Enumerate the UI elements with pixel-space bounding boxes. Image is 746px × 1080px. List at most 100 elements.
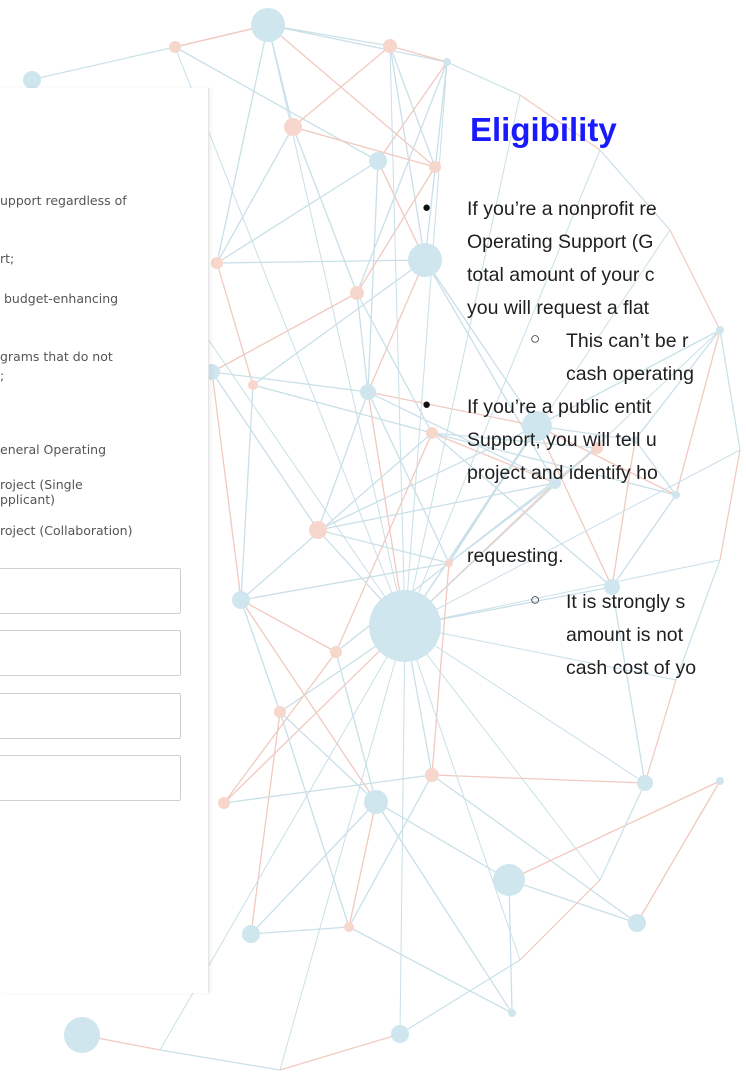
network-edge <box>389 45 448 63</box>
network-edge <box>159 1049 281 1071</box>
network-edge <box>317 529 450 564</box>
network-node <box>344 922 354 932</box>
network-edge <box>377 61 448 162</box>
network-edge <box>223 774 433 804</box>
network-edge <box>267 24 448 63</box>
network-edge <box>375 801 513 1014</box>
network-node <box>364 790 388 814</box>
sub-bullet-2-line: amount is not <box>566 624 684 646</box>
network-edge <box>508 879 638 924</box>
form-text-line: budget-enhancing <box>0 291 119 306</box>
bullet-2-line: project and identify ho <box>467 462 658 484</box>
network-node <box>369 152 387 170</box>
form-input-field[interactable] <box>0 755 181 801</box>
network-edge <box>599 782 646 881</box>
network-edge <box>317 482 556 531</box>
bullet-icon: ● <box>422 396 432 413</box>
bullet-2-line: Support, you will tell u <box>467 429 657 451</box>
network-edge <box>250 711 281 935</box>
form-panel: upport regardless of rt; budget-enhancin… <box>0 88 209 993</box>
network-edge <box>252 384 433 434</box>
network-edge <box>611 494 677 588</box>
network-node <box>408 243 442 277</box>
network-edge <box>431 774 646 784</box>
form-option-project-single-cont: pplicant) <box>0 492 56 507</box>
network-edge <box>348 774 433 928</box>
network-edge <box>223 625 406 804</box>
network-edge <box>669 229 721 331</box>
network-node <box>391 1025 409 1043</box>
network-edge <box>240 599 377 803</box>
network-node <box>369 590 441 662</box>
network-edge <box>389 45 426 261</box>
network-node <box>242 925 260 943</box>
network-node <box>350 286 364 300</box>
network-edge <box>675 329 721 496</box>
bullet-1-line: you will request a flat <box>467 297 650 319</box>
network-edge <box>292 126 358 294</box>
form-input-field[interactable] <box>0 568 181 614</box>
network-edge <box>250 801 377 935</box>
network-node <box>637 775 653 791</box>
form-option-general-operating[interactable]: eneral Operating <box>0 442 208 457</box>
network-node <box>672 491 680 499</box>
network-edge <box>267 24 406 627</box>
network-edge <box>216 160 379 264</box>
network-edge <box>431 562 450 776</box>
network-node <box>443 58 451 66</box>
network-node <box>716 777 724 785</box>
network-edge <box>267 24 391 47</box>
network-edge <box>240 599 281 713</box>
sub-bullet-1-line: cash operating <box>566 363 694 385</box>
form-option-project-collaboration[interactable]: roject (Collaboration) <box>0 523 208 538</box>
bullet-2-line: requesting. <box>467 545 564 567</box>
network-edge <box>211 371 369 393</box>
form-text-line: grams that do not <box>0 349 113 364</box>
network-edge <box>446 61 521 96</box>
sub-bullet-icon: ○ <box>530 590 541 609</box>
sub-bullet-1-line: This can’t be r <box>566 330 689 352</box>
network-edge <box>431 774 638 924</box>
network-node <box>360 384 376 400</box>
network-edge <box>644 679 677 784</box>
network-edge <box>211 371 319 531</box>
network-edge <box>29 46 176 81</box>
form-text-line: rt; <box>0 251 15 266</box>
network-edge <box>719 329 741 451</box>
network-edge <box>240 599 337 653</box>
network-node <box>508 1009 516 1017</box>
network-node <box>23 71 41 89</box>
network-edge <box>216 24 269 264</box>
form-option-project-single[interactable]: roject (Single <box>0 477 208 492</box>
network-node <box>628 914 646 932</box>
network-edge <box>399 625 406 1035</box>
sub-bullet-2-line: It is strongly s <box>566 591 686 613</box>
network-node <box>429 161 441 173</box>
network-edge <box>519 879 601 961</box>
network-node <box>274 706 286 718</box>
network-node <box>64 1017 100 1053</box>
bullet-1-line: If you’re a nonprofit re <box>467 198 657 220</box>
sub-bullet-icon: ○ <box>530 329 541 348</box>
network-edge <box>508 879 513 1014</box>
form-text-line: ; <box>0 368 5 383</box>
slide-title: Eligibility <box>470 111 617 148</box>
network-node <box>445 559 453 567</box>
network-node <box>493 864 525 896</box>
form-input-field[interactable] <box>0 630 181 676</box>
network-node <box>383 39 397 53</box>
network-edge <box>356 292 369 393</box>
network-node <box>309 521 327 539</box>
network-edge <box>611 586 646 784</box>
network-node <box>218 797 230 809</box>
network-node <box>425 768 439 782</box>
network-edge <box>367 160 379 393</box>
network-edge <box>719 449 741 561</box>
network-node <box>716 326 724 334</box>
network-node <box>251 8 285 42</box>
form-input-field[interactable] <box>0 693 181 739</box>
network-node <box>232 591 250 609</box>
bullet-2-line: If you’re a public entit <box>467 396 652 418</box>
network-node <box>211 257 223 269</box>
network-edge <box>348 926 513 1014</box>
